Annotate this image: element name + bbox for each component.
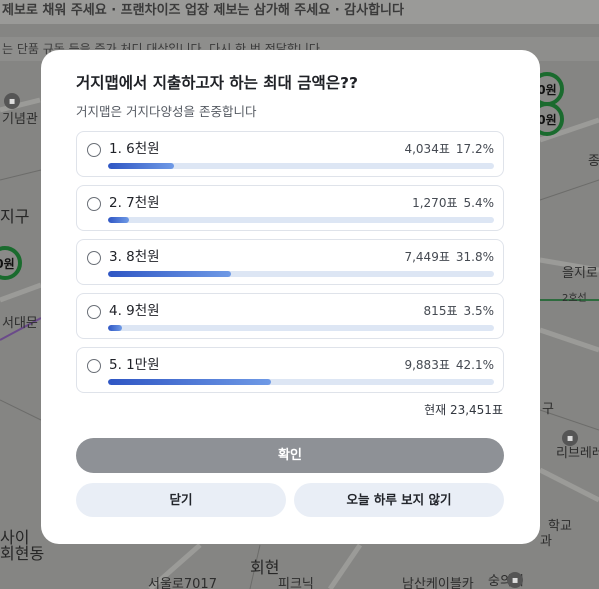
option-stats: 9,883표 42.1% <box>404 357 494 373</box>
poi-icon: ▪ <box>562 430 578 446</box>
map-label: 2호선 <box>562 293 587 304</box>
poll-option-3[interactable]: 3. 8천원 7,449표 31.8% <box>76 239 504 285</box>
map-label: 리브레레 <box>556 446 599 461</box>
map-label: 종 <box>588 154 599 169</box>
poll-option-5[interactable]: 5. 1만원 9,883표 42.1% <box>76 347 504 393</box>
vote-percent: 17.2% <box>455 142 494 156</box>
option-label: 5. 1만원 <box>109 357 160 373</box>
option-stats: 4,034표 17.2% <box>404 141 494 157</box>
vote-count: 4,034표 <box>404 142 450 156</box>
vote-count: 1,270표 <box>412 196 458 210</box>
poi-icon: ▪ <box>4 93 20 109</box>
result-bar-track <box>108 271 494 277</box>
poll-options: 1. 6천원 4,034표 17.2% 2. 7천원 1,270표 5.4% 3. … <box>76 131 505 393</box>
dialog-actions: 닫기 오늘 하루 보지 않기 <box>76 483 504 517</box>
radio-button[interactable] <box>87 305 101 319</box>
result-bar-track <box>108 163 494 169</box>
vote-percent: 3.5% <box>463 304 495 318</box>
result-bar-fill <box>108 271 231 277</box>
result-bar-track <box>108 325 494 331</box>
option-label: 4. 9천원 <box>109 303 160 319</box>
radio-button[interactable] <box>87 251 101 265</box>
map-label: 회현 <box>250 558 280 577</box>
map-label: 기념관 <box>2 112 38 127</box>
radio-button[interactable] <box>87 197 101 211</box>
result-bar-fill <box>108 379 271 385</box>
result-bar-fill <box>108 163 175 169</box>
map-label: 회현동 <box>0 544 45 563</box>
vote-count: 9,883표 <box>404 358 450 372</box>
result-bar-fill <box>108 217 129 223</box>
vote-count: 815표 <box>423 304 458 318</box>
option-label: 1. 6천원 <box>109 141 160 157</box>
poll-option-4[interactable]: 4. 9천원 815표 3.5% <box>76 293 504 339</box>
option-stats: 7,449표 31.8% <box>404 249 494 265</box>
notice-banner: 제보로 채워 주세요 · 프랜차이즈 업장 제보는 삼가해 주세요 · 감사합니… <box>0 0 599 24</box>
map-label: 서대문 <box>2 316 38 331</box>
map-label: 구 <box>542 402 554 417</box>
map-label: 피크닉 <box>278 577 314 589</box>
option-stats: 1,270표 5.4% <box>412 195 494 211</box>
confirm-button[interactable]: 확인 <box>76 438 504 473</box>
vote-percent: 42.1% <box>455 358 494 372</box>
result-bar-track <box>108 379 494 385</box>
map-label: 남산케이블카 <box>402 577 474 589</box>
poll-option-1[interactable]: 1. 6천원 4,034표 17.2% <box>76 131 504 177</box>
radio-button[interactable] <box>87 359 101 373</box>
map-label: 과 <box>540 534 552 549</box>
map-label: 지구 <box>0 207 30 226</box>
option-stats: 815표 3.5% <box>424 303 494 319</box>
close-button[interactable]: 닫기 <box>76 483 286 517</box>
poll-subtitle: 거지맵은 거지다양성을 존중합니다 <box>76 104 257 119</box>
total-votes: 현재 23,451표 <box>424 403 503 417</box>
vote-percent: 5.4% <box>463 196 495 210</box>
map-label: 을지로 <box>562 266 598 281</box>
result-bar-fill <box>108 325 122 331</box>
vote-percent: 31.8% <box>455 250 494 264</box>
option-label: 3. 8천원 <box>109 249 160 265</box>
option-label: 2. 7천원 <box>109 195 160 211</box>
hide-today-button[interactable]: 오늘 하루 보지 않기 <box>294 483 504 517</box>
poll-dialog: 거지맵에서 지출하고자 하는 최대 금액은?? 거지맵은 거지다양성을 존중합니… <box>41 50 540 544</box>
result-bar-track <box>108 217 494 223</box>
poi-icon: ▪ <box>507 572 523 588</box>
map-label: 서울로7017 <box>148 577 217 589</box>
poll-option-2[interactable]: 2. 7천원 1,270표 5.4% <box>76 185 504 231</box>
vote-count: 7,449표 <box>404 250 450 264</box>
poll-title: 거지맵에서 지출하고자 하는 최대 금액은?? <box>76 74 358 92</box>
radio-button[interactable] <box>87 143 101 157</box>
